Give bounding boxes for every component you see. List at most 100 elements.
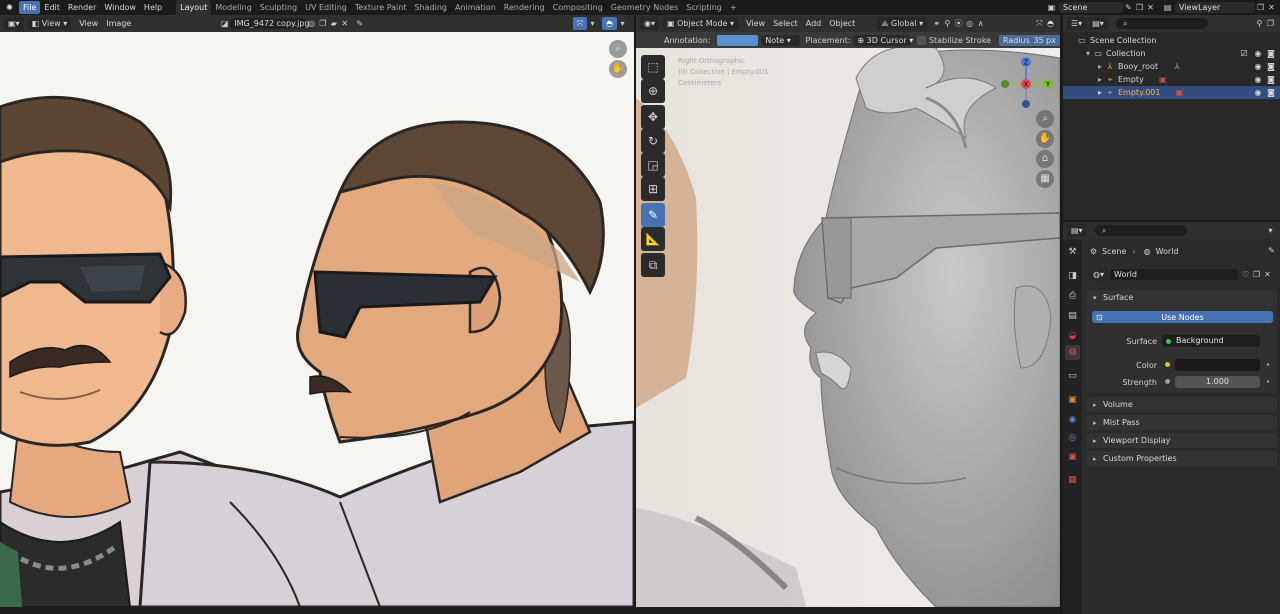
placement-dropdown[interactable]: ⊕ 3D Cursor ▾ — [853, 34, 913, 46]
tab-layout[interactable]: Layout — [176, 0, 212, 15]
menu-image[interactable]: Image — [102, 17, 135, 30]
snap-icon[interactable]: ⚲ — [942, 18, 953, 29]
viewport-gizmo-toggle-icon[interactable]: ⤧ — [1034, 18, 1045, 29]
menu-window[interactable]: Window — [100, 1, 140, 14]
tab-physics-icon[interactable]: ◉ — [1065, 413, 1080, 428]
expand-icon[interactable]: ▸ — [1095, 75, 1105, 85]
tab-tool-icon[interactable]: ⚒ — [1065, 245, 1080, 260]
collection-checkbox-icon[interactable]: ☑ — [1239, 49, 1249, 59]
overlay-toggle[interactable]: ◓ — [602, 17, 617, 30]
world-fake-user-icon[interactable]: ♡ — [1240, 269, 1251, 280]
menu-render[interactable]: Render — [64, 1, 100, 14]
strength-keyframe-icon[interactable]: • — [1266, 378, 1270, 386]
gizmo-dropdown-icon[interactable]: ▾ — [587, 18, 598, 29]
viewport-3d[interactable]: Right Orthographic (0) Collection | Empt… — [636, 48, 1060, 607]
color-keyframe-icon[interactable]: • — [1266, 361, 1270, 369]
custom-properties-panel-header[interactable]: ▸ Custom Properties — [1087, 451, 1277, 466]
use-nodes-button[interactable]: ⊡ Use Nodes — [1092, 311, 1273, 323]
properties-editor-type-button[interactable]: ▤▾ — [1067, 224, 1087, 237]
tab-sculpting[interactable]: Sculpting — [256, 0, 301, 15]
viewport-display-panel-header[interactable]: ▸ Viewport Display — [1087, 433, 1277, 448]
collection-row[interactable]: ▾ ▭ Collection ☑ ◉ ◙ — [1063, 47, 1280, 60]
strength-field[interactable]: 1.000 — [1175, 376, 1260, 388]
navigation-gizmo[interactable]: Z Y X — [991, 54, 1055, 118]
object-mode-dropdown[interactable]: ▣ Object Mode ▾ — [663, 17, 739, 30]
tab-compositing[interactable]: Compositing — [549, 0, 607, 15]
new-collection-icon[interactable]: ❐ — [1265, 18, 1276, 29]
annotation-layer-dropdown[interactable]: Note ▾ — [761, 34, 800, 46]
outliner-item-row-selected[interactable]: ▸ ⌖ Empty.001 ▣ ◉ ◙ — [1063, 86, 1280, 99]
viewport-editor-type-button[interactable]: ◉▾ — [640, 17, 659, 30]
outliner-editor-type-button[interactable]: ☰▾ — [1067, 17, 1087, 30]
scale-tool[interactable]: ◲ — [641, 153, 665, 177]
radius-field[interactable]: Radius 35 px — [998, 34, 1060, 46]
menu-help[interactable]: Help — [140, 1, 166, 14]
tab-world-icon[interactable]: ◍ — [1065, 345, 1080, 360]
menu-file[interactable]: File — [19, 1, 41, 14]
display-mode-button[interactable]: ▤▾ — [1088, 17, 1108, 30]
open-image-icon[interactable]: ▰ — [328, 18, 339, 29]
camera-view-icon[interactable]: ⌂ — [1036, 150, 1054, 168]
view-layer-selector[interactable]: ViewLayer — [1175, 2, 1255, 13]
tab-scripting[interactable]: Scripting — [682, 0, 726, 15]
properties-search-field[interactable]: ⌕ — [1094, 225, 1187, 236]
image-name-field[interactable]: IMG_9472 copy.jpg — [230, 18, 310, 29]
rotate-tool[interactable]: ↻ — [641, 129, 665, 153]
blender-logo-icon[interactable]: ✺ — [4, 2, 15, 13]
tab-object-icon[interactable]: ▣ — [1065, 393, 1080, 408]
pin-image-icon[interactable]: ✎ — [354, 18, 365, 29]
surface-panel-header[interactable]: ▾ Surface — [1087, 290, 1277, 305]
world-browse-button[interactable]: ◍▾ — [1089, 268, 1108, 281]
render-camera-icon[interactable]: ◙ — [1266, 88, 1276, 98]
add-workspace-button[interactable]: + — [726, 0, 741, 15]
tab-shading[interactable]: Shading — [410, 0, 451, 15]
visibility-eye-icon[interactable]: ◉ — [1253, 75, 1263, 85]
visibility-eye-icon[interactable]: ◉ — [1253, 49, 1263, 59]
scene-collection-row[interactable]: ▭ Scene Collection — [1063, 34, 1280, 47]
tab-render-icon[interactable]: ◨ — [1065, 269, 1080, 284]
overlay-dropdown-icon[interactable]: ▾ — [617, 18, 628, 29]
viewport-overlay-toggle-icon[interactable]: ◓ — [1045, 18, 1056, 29]
scene-selector[interactable]: Scene — [1059, 2, 1123, 13]
proportional-edit-icon[interactable]: ◎ — [964, 18, 975, 29]
world-new-icon[interactable]: ❐ — [1251, 269, 1262, 280]
select-box-tool[interactable]: ⬚ — [641, 55, 665, 79]
view-mode-dropdown[interactable]: ◧ View ▾ — [27, 17, 72, 30]
visibility-eye-icon[interactable]: ◉ — [1253, 62, 1263, 72]
viewport-menu-add[interactable]: Add — [802, 17, 826, 30]
world-name-field[interactable]: World — [1110, 269, 1238, 280]
zoom-icon[interactable]: ⌕ — [609, 40, 627, 58]
new-scene-icon[interactable]: ❐ — [1134, 2, 1145, 13]
color-swatch[interactable] — [1175, 359, 1260, 371]
transform-orientation-dropdown[interactable]: ⟁ Global ▾ — [877, 17, 928, 30]
collapse-icon[interactable]: ▾ — [1083, 49, 1093, 59]
perspective-toggle-icon[interactable]: ▦ — [1036, 170, 1054, 188]
image-browse-icon[interactable]: ◪ — [219, 18, 230, 29]
snap-target-icon[interactable]: ⦿ — [953, 18, 964, 29]
pin-properties-icon[interactable]: ✎ — [1266, 245, 1277, 256]
pin-icon[interactable]: ✎ — [1123, 2, 1134, 13]
add-cube-tool[interactable]: ⧉ — [641, 253, 665, 277]
tab-scene-icon[interactable]: ◒ — [1065, 329, 1080, 344]
volume-panel-header[interactable]: ▸ Volume — [1087, 397, 1277, 412]
tab-view-layer-icon[interactable]: ▤ — [1065, 309, 1080, 324]
gizmo-toggle[interactable]: ⤧ — [572, 17, 588, 30]
world-unlink-icon[interactable]: ✕ — [1262, 269, 1273, 280]
tab-uv-editing[interactable]: UV Editing — [301, 0, 351, 15]
tab-modeling[interactable]: Modeling — [211, 0, 255, 15]
menu-view[interactable]: View — [75, 17, 102, 30]
image-canvas[interactable]: ⌕ ✋ — [0, 32, 634, 607]
fake-user-icon[interactable]: ◎ — [306, 18, 317, 29]
menu-edit[interactable]: Edit — [40, 1, 64, 14]
annotation-color-swatch[interactable] — [716, 34, 759, 46]
tab-animation[interactable]: Animation — [451, 0, 500, 15]
viewport-menu-select[interactable]: Select — [769, 17, 802, 30]
tab-rendering[interactable]: Rendering — [500, 0, 549, 15]
filter-icon[interactable]: ⚲ — [1254, 18, 1265, 29]
render-camera-icon[interactable]: ◙ — [1266, 75, 1276, 85]
render-camera-icon[interactable]: ◙ — [1266, 62, 1276, 72]
tab-texture-paint[interactable]: Texture Paint — [351, 0, 411, 15]
viewport-menu-view[interactable]: View — [742, 17, 769, 30]
surface-shader-field[interactable]: Background — [1162, 335, 1260, 347]
tab-constraints-icon[interactable]: ◎ — [1065, 431, 1080, 446]
